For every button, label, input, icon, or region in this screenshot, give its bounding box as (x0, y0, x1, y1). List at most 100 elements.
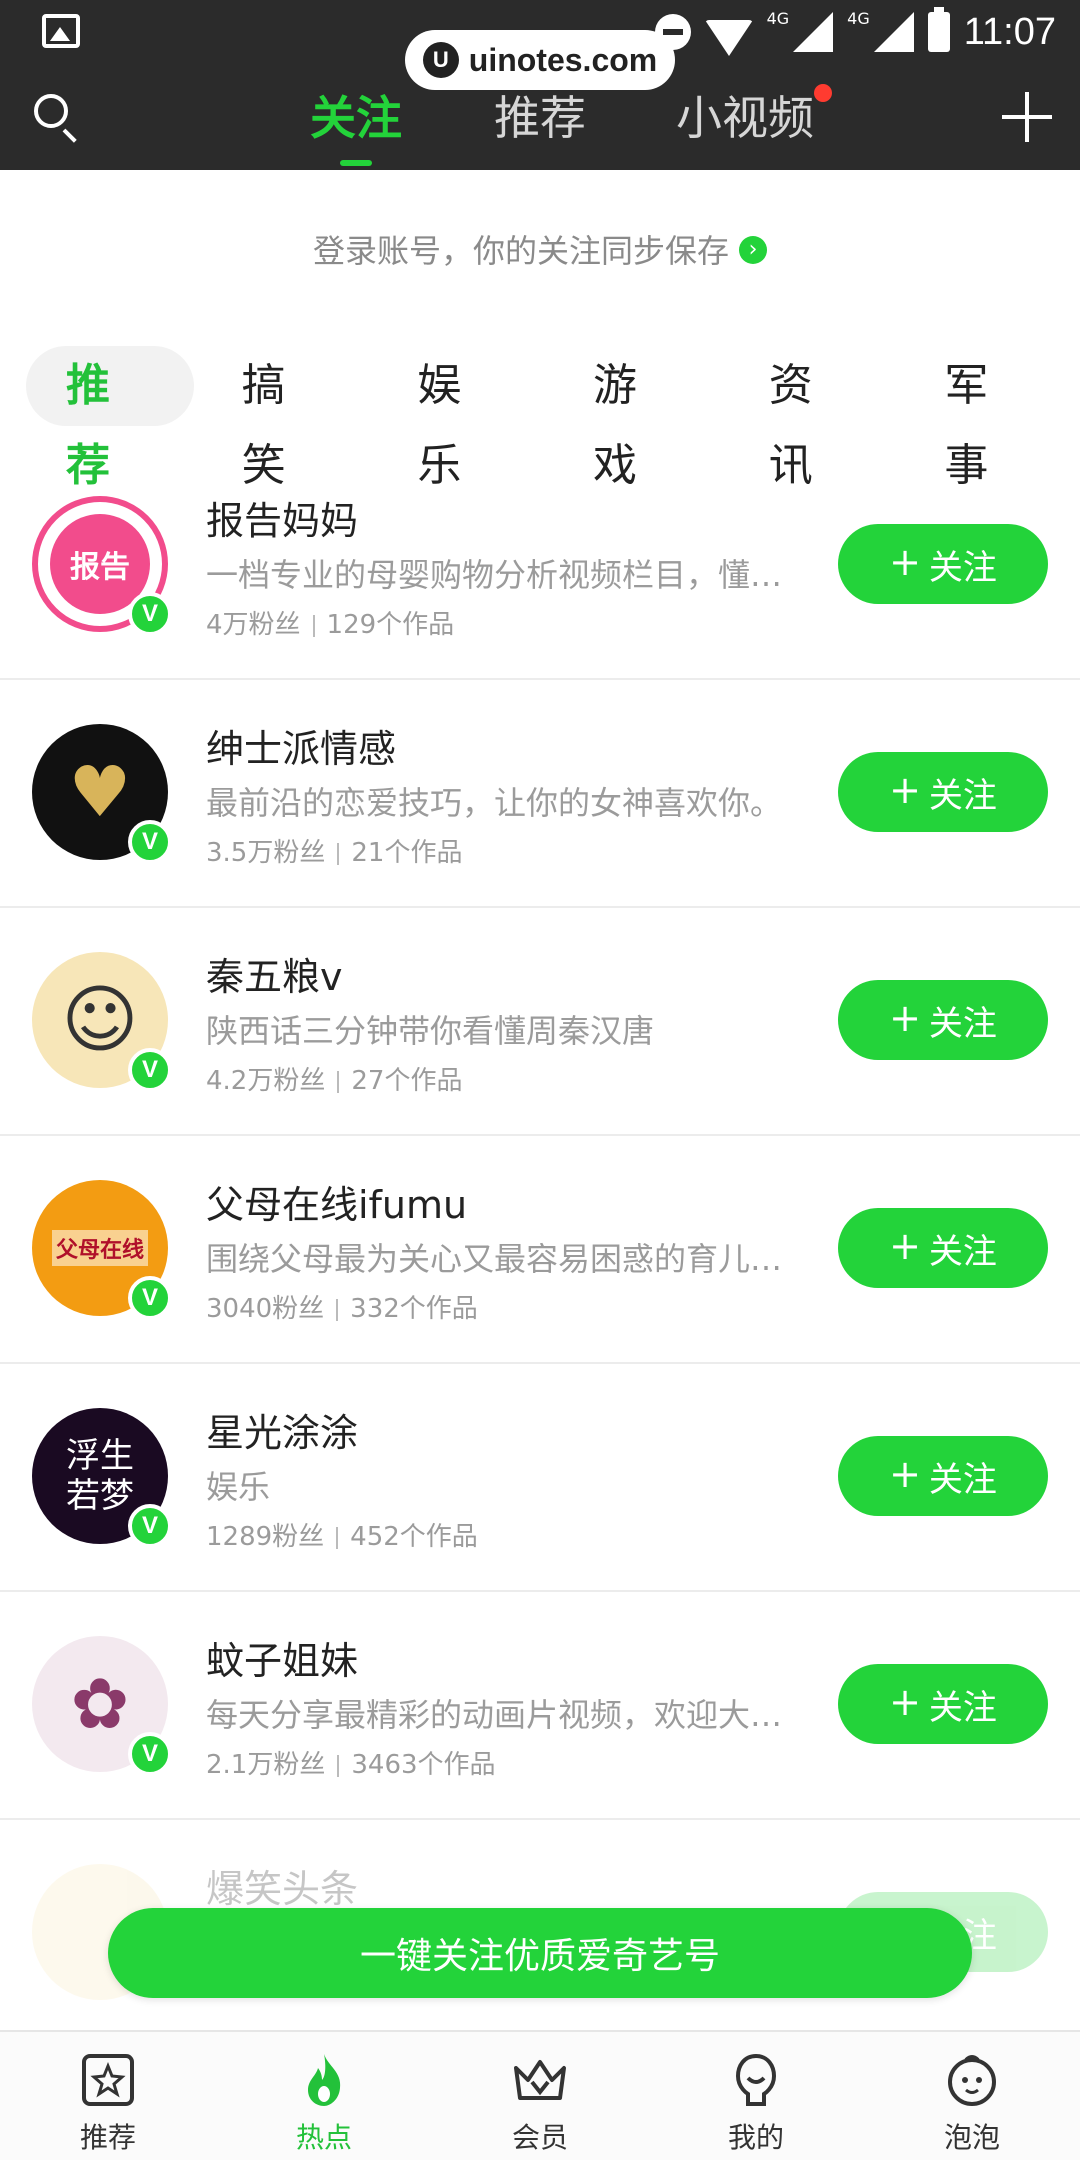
crown-icon (514, 2060, 566, 2100)
status-icons: 4G 4G 11:07 (654, 6, 1056, 58)
list-item[interactable]: 父母在线 V 父母在线ifumu 围绕父母最为关心又最容易困惑的育儿难… 304… (0, 1136, 1080, 1364)
signal-icon-1 (793, 12, 834, 52)
avatar[interactable]: 报告 V (32, 496, 172, 636)
follow-button-label: 关注 (928, 547, 997, 588)
wifi-icon (704, 20, 753, 56)
account-stats: 4万粉丝 129个作品 (206, 604, 454, 641)
account-stats: 4.2万粉丝 27个作品 (206, 1060, 462, 1097)
account-desc: 最前沿的恋爱技巧，让你的女神喜欢你。 (206, 784, 783, 822)
watermark-text: uinotes.com (468, 41, 658, 78)
works-count: 21个作品 (351, 838, 463, 868)
bottom-tab-label: 热点 (295, 2121, 352, 2154)
account-desc: 娱乐 (206, 1468, 271, 1506)
category-funny[interactable]: 搞笑 (202, 346, 370, 491)
plus-icon: + (889, 996, 921, 1040)
works-count: 129个作品 (326, 610, 455, 640)
plus-icon: + (889, 1224, 921, 1268)
list-item[interactable]: ☺ V 秦五粮v 陕西话三分钟带你看懂周秦汉唐 4.2万粉丝 27个作品 + 关注 (0, 908, 1080, 1136)
category-games[interactable]: 游戏 (553, 346, 721, 491)
follow-button[interactable]: +关注 (838, 1436, 1048, 1516)
tab-follow-label: 关注 (310, 91, 402, 145)
follow-button[interactable]: +关注 (838, 752, 1048, 832)
follow-button-label: 关注 (928, 1687, 997, 1728)
login-banner[interactable]: 登录账号，你的关注同步保存 › (0, 226, 1080, 272)
works-count: 3463个作品 (351, 1750, 496, 1780)
search-icon[interactable] (30, 90, 82, 143)
fans-count: 3.5万粉丝 (206, 838, 326, 868)
tab-follow[interactable]: 关注 (310, 82, 402, 166)
follow-button[interactable]: +关注 (838, 524, 1048, 604)
list-item[interactable]: ✿ V 蚊子姐妹 每天分享最精彩的动画片视频，欢迎大家… 2.1万粉丝 3463个… (0, 1592, 1080, 1820)
tab-short-video[interactable]: 小视频 (676, 82, 832, 148)
fans-count: 2.1万粉丝 (206, 1750, 326, 1780)
fans-count: 3040粉丝 (206, 1294, 325, 1324)
account-name: 星光涂涂 (206, 1411, 359, 1455)
follow-button[interactable]: +关注 (838, 1664, 1048, 1744)
bottom-tab-label: 我的 (727, 2121, 784, 2154)
active-tab-indicator (340, 160, 372, 166)
bottom-tab-mine[interactable]: 我的 (648, 2032, 864, 2162)
avatar-text: ♥ (68, 751, 132, 833)
login-banner-text: 登录账号，你的关注同步保存 (312, 232, 729, 270)
plus-icon: + (889, 1452, 921, 1496)
account-desc: 每天分享最精彩的动画片视频，欢迎大家… (206, 1696, 806, 1734)
account-desc: 一档专业的母婴购物分析视频栏目，懂小… (206, 556, 806, 594)
verified-icon: V (128, 1732, 172, 1776)
top-bar: 4G 4G 11:07 U uinotes.com 关注 推荐 小视频 (0, 0, 1080, 170)
battery-icon (927, 7, 950, 52)
avatar-text: 浮生若梦 (66, 1436, 134, 1516)
avatar[interactable]: ✿ V (32, 1636, 172, 1776)
tab-recommend[interactable]: 推荐 (494, 82, 586, 148)
one-key-follow-button[interactable]: 一键关注优质爱奇艺号 (108, 1908, 972, 1998)
account-name: 蚊子姐妹 (206, 1639, 359, 1683)
avatar[interactable]: 浮生若梦 V (32, 1408, 172, 1548)
signal-icon-2 (873, 12, 914, 52)
account-stats: 2.1万粉丝 3463个作品 (206, 1744, 496, 1781)
bottom-tab-recommend[interactable]: 推荐 (0, 2032, 216, 2162)
bottom-tab-vip[interactable]: 会员 (432, 2032, 648, 2162)
category-entertainment[interactable]: 娱乐 (377, 346, 545, 491)
category-tabs: 推荐 搞笑 娱乐 游戏 资讯 军事 (26, 346, 1080, 491)
works-count: 27个作品 (351, 1066, 463, 1096)
star-box-icon (82, 2054, 134, 2106)
status-time: 11:07 (963, 10, 1056, 53)
account-name: 秦五粮v (206, 955, 343, 999)
bottom-tab-label: 推荐 (79, 2121, 136, 2154)
plus-icon: + (889, 768, 921, 812)
plus-icon: + (889, 1680, 921, 1724)
follow-button-label: 关注 (928, 775, 997, 816)
verified-icon: V (128, 1276, 172, 1320)
list-item[interactable]: 浮生若梦 V 星光涂涂 娱乐 1289粉丝 452个作品 + 关注 (0, 1364, 1080, 1592)
category-news[interactable]: 资讯 (729, 346, 897, 491)
account-stats: 1289粉丝 452个作品 (206, 1516, 478, 1553)
avatar[interactable]: ☺ V (32, 952, 172, 1092)
category-military[interactable]: 军事 (904, 346, 1072, 491)
bottom-tab-bar: 推荐 热点 会员 我的 泡泡 (0, 2030, 1080, 2160)
notification-dot (814, 84, 832, 102)
bottom-tab-label: 泡泡 (943, 2121, 1000, 2154)
bottom-tab-bubble[interactable]: 泡泡 (864, 2032, 1080, 2162)
account-name: 爆笑头条 (206, 1867, 359, 1911)
add-icon[interactable] (1002, 92, 1052, 142)
account-stats: 3.5万粉丝 21个作品 (206, 832, 462, 869)
verified-icon: V (128, 592, 172, 636)
bottom-tab-label: 会员 (511, 2121, 568, 2154)
account-desc: 陕西话三分钟带你看懂周秦汉唐 (206, 1012, 655, 1050)
avatar[interactable]: ♥ V (32, 724, 172, 864)
list-item[interactable]: ♥ V 绅士派情感 最前沿的恋爱技巧，让你的女神喜欢你。 3.5万粉丝 21个作品… (0, 680, 1080, 908)
account-name: 父母在线ifumu (206, 1183, 468, 1227)
fans-count: 1289粉丝 (206, 1522, 325, 1552)
tab-short-video-label: 小视频 (676, 91, 814, 145)
gallery-notification-icon (42, 14, 80, 48)
network-type-label-2: 4G (847, 8, 870, 28)
category-recommend[interactable]: 推荐 (26, 346, 194, 491)
list-item[interactable]: 报告 V 报告妈妈 一档专业的母婴购物分析视频栏目，懂小… 4万粉丝 129个作品… (0, 452, 1080, 680)
follow-button[interactable]: +关注 (838, 980, 1048, 1060)
account-desc: 围绕父母最为关心又最容易困惑的育儿难… (206, 1240, 806, 1278)
avatar[interactable]: 父母在线 V (32, 1180, 172, 1320)
follow-button[interactable]: +关注 (838, 1208, 1048, 1288)
plus-icon: + (889, 540, 921, 584)
bottom-tab-hot[interactable]: 热点 (216, 2032, 432, 2162)
verified-icon: V (128, 1504, 172, 1548)
network-type-label-1: 4G (766, 8, 790, 28)
